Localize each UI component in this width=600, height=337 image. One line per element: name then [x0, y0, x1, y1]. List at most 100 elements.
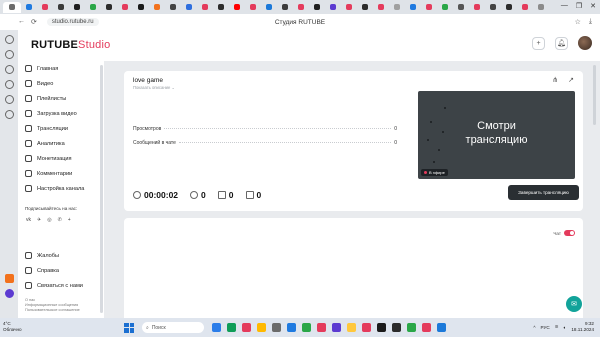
sidebar-item[interactable]: Плейлисты: [18, 91, 104, 106]
browser-tab[interactable]: [533, 2, 549, 13]
browser-tab[interactable]: [421, 2, 437, 13]
url-field[interactable]: studio.rutube.ru: [46, 18, 99, 26]
taskbar-app-icon[interactable]: [227, 323, 236, 332]
volume-icon[interactable]: 🔈︎: [564, 325, 567, 330]
browser-tab[interactable]: [501, 2, 517, 13]
taskbar-app-icon[interactable]: [317, 323, 326, 332]
browser-tab[interactable]: [373, 2, 389, 13]
stream-preview[interactable]: Смотри трансляцию В эфире: [418, 91, 575, 179]
browser-tab[interactable]: [389, 2, 405, 13]
taskbar-app-icon[interactable]: [422, 323, 431, 332]
main-scrollbar[interactable]: [593, 65, 596, 125]
sidebar-item[interactable]: Загрузка видео: [18, 106, 104, 121]
browser-tab[interactable]: [149, 2, 165, 13]
browser-tab[interactable]: [485, 2, 501, 13]
footer-link[interactable]: Пользовательское соглашение: [25, 308, 80, 313]
browser-tab[interactable]: [229, 2, 245, 13]
browser-tab[interactable]: [341, 2, 357, 13]
maximize-icon[interactable]: ❐: [576, 2, 582, 10]
open-external-icon[interactable]: ↗: [568, 76, 574, 84]
sidebar-bottom-item[interactable]: Жалобы: [18, 248, 100, 263]
rail-settings-icon[interactable]: [4, 50, 14, 59]
taskbar-search[interactable]: ⌕ Поиск: [142, 322, 204, 333]
sidebar-item[interactable]: Трансляции: [18, 121, 104, 136]
avatar[interactable]: [578, 36, 592, 50]
taskbar-app-icon[interactable]: [332, 323, 341, 332]
end-stream-button[interactable]: Завершить трансляцию: [508, 185, 579, 200]
taskbar-app-icon[interactable]: [287, 323, 296, 332]
browser-tab[interactable]: [469, 2, 485, 13]
browser-tab[interactable]: [405, 2, 421, 13]
browser-tab[interactable]: [453, 2, 469, 13]
show-description-link[interactable]: Показать описание ⌄: [133, 85, 175, 90]
social-link-icon[interactable]: ✈: [37, 217, 41, 223]
sidebar-item[interactable]: Комментарии: [18, 166, 104, 181]
rail-music-icon[interactable]: [4, 110, 14, 119]
browser-tab[interactable]: [261, 2, 277, 13]
sidebar-scrollbar[interactable]: [100, 65, 103, 313]
browser-tab[interactable]: [165, 2, 181, 13]
taskbar-app-icon[interactable]: [347, 323, 356, 332]
social-link-icon[interactable]: ✆: [58, 217, 62, 223]
taskbar-app-icon[interactable]: [437, 323, 446, 332]
sidebar-item[interactable]: Аналитика: [18, 136, 104, 151]
social-link-icon[interactable]: ◎: [47, 217, 51, 223]
download-icon[interactable]: ⤓: [589, 18, 592, 26]
browser-tab[interactable]: [37, 2, 53, 13]
browser-tab[interactable]: [517, 2, 533, 13]
taskbar-app-icon[interactable]: [392, 323, 401, 332]
taskbar-app-icon[interactable]: [377, 323, 386, 332]
close-icon[interactable]: ✕: [590, 2, 596, 10]
browser-tab[interactable]: [213, 2, 229, 13]
clock[interactable]: 9:32 18.11.2024: [571, 321, 594, 333]
language-indicator[interactable]: РУС: [541, 325, 550, 330]
share-icon[interactable]: ⋔: [552, 76, 558, 84]
taskbar-app-icon[interactable]: [407, 323, 416, 332]
rail-assistant-icon[interactable]: [4, 289, 14, 298]
add-content-icon[interactable]: +: [532, 36, 545, 50]
browser-tab[interactable]: [293, 2, 309, 13]
taskbar-app-icon[interactable]: [257, 323, 266, 332]
taskbar-app-icon[interactable]: [272, 323, 281, 332]
taskbar-app-icon[interactable]: [302, 323, 311, 332]
browser-tab[interactable]: [101, 2, 117, 13]
sidebar-item[interactable]: Видео: [18, 76, 104, 91]
browser-tab[interactable]: [69, 2, 85, 13]
browser-tab[interactable]: [85, 2, 101, 13]
support-chat-button[interactable]: ✉: [566, 296, 582, 312]
rail-vk-icon[interactable]: [4, 80, 14, 89]
sidebar-item[interactable]: Главная: [18, 61, 104, 76]
rail-messages-icon[interactable]: [4, 65, 14, 74]
weather-widget[interactable]: 4°C Облачно: [3, 321, 22, 333]
browser-tab[interactable]: [117, 2, 133, 13]
rail-app-icon[interactable]: [4, 274, 14, 283]
social-link-icon[interactable]: vk: [26, 217, 31, 223]
browser-tab[interactable]: [21, 2, 37, 13]
browser-tab[interactable]: [181, 2, 197, 13]
sidebar-item[interactable]: Настройка канала: [18, 181, 104, 196]
browser-tab[interactable]: [277, 2, 293, 13]
start-icon[interactable]: [124, 322, 134, 333]
tray-chevron-icon[interactable]: ^: [533, 325, 535, 330]
sidebar-item[interactable]: Монетизация: [18, 151, 104, 166]
rutube-studio-logo[interactable]: RUTUBEStudio: [31, 39, 110, 51]
social-link-icon[interactable]: +: [68, 217, 71, 223]
taskbar-app-icon[interactable]: [242, 323, 251, 332]
sidebar-bottom-item[interactable]: Связаться с нами: [18, 278, 100, 293]
browser-tab[interactable]: [437, 2, 453, 13]
sidebar-bottom-item[interactable]: Справка: [18, 263, 100, 278]
browser-tab[interactable]: [325, 2, 341, 13]
rail-home-icon[interactable]: [4, 35, 14, 44]
minimize-icon[interactable]: —: [561, 2, 568, 10]
browser-tab[interactable]: [53, 2, 69, 13]
browser-tab[interactable]: [357, 2, 373, 13]
reload-icon[interactable]: ⟳: [31, 18, 37, 26]
wifi-icon[interactable]: ≋: [555, 324, 559, 330]
taskbar-app-icon[interactable]: [212, 323, 221, 332]
bookmark-icon[interactable]: ☆: [575, 18, 581, 26]
notifications-icon[interactable]: 🔔︎: [555, 36, 568, 50]
rail-telegram-icon[interactable]: [4, 95, 14, 104]
chat-toggle[interactable]: [564, 230, 575, 236]
browser-tab[interactable]: [245, 2, 261, 13]
browser-tab[interactable]: [309, 2, 325, 13]
